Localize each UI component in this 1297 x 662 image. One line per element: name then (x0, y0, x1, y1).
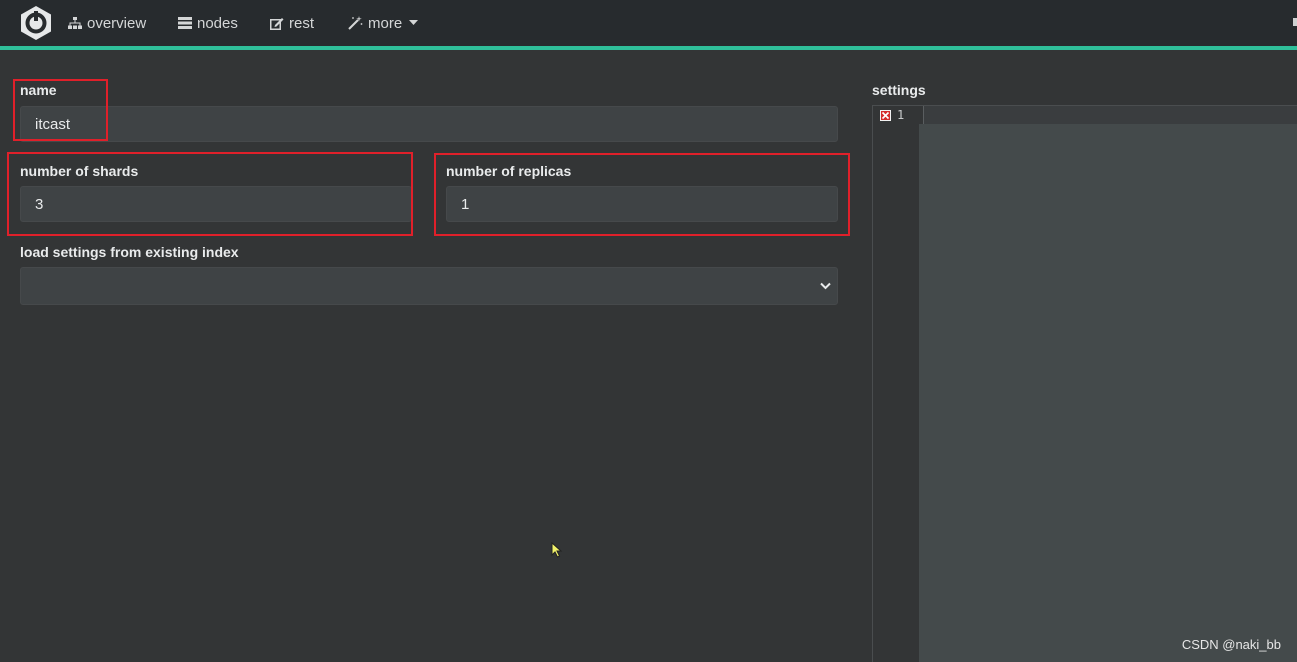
replicas-label: number of replicas (446, 163, 572, 179)
name-label: name (20, 82, 57, 98)
sitemap-icon (68, 17, 82, 29)
settings-label: settings (872, 82, 926, 98)
nav-rest-label: rest (289, 14, 315, 32)
chevron-down-icon (820, 282, 831, 290)
editor-gutter: 1 (873, 106, 919, 662)
load-settings-label: load settings from existing index (20, 244, 239, 260)
replicas-input[interactable]: 1 (446, 186, 838, 222)
watermark-text: CSDN @naki_bb (1181, 637, 1281, 652)
nav-overview-label: overview (87, 14, 147, 32)
shards-label: number of shards (20, 163, 139, 179)
magic-wand-icon (348, 16, 363, 30)
editor-active-line[interactable] (923, 106, 1297, 124)
mouse-cursor-icon (551, 542, 563, 558)
editor-text-area[interactable] (919, 124, 1297, 662)
nav-edge-fragment (1293, 18, 1297, 26)
server-icon (178, 17, 192, 29)
nav-rest[interactable]: rest (270, 0, 314, 46)
error-icon (880, 110, 891, 121)
nav-overview[interactable]: overview (68, 0, 146, 46)
nav-more-label: more (368, 14, 403, 32)
app-logo-icon[interactable] (18, 5, 54, 41)
nav-more[interactable]: more (348, 0, 423, 46)
load-settings-select[interactable] (20, 267, 838, 305)
shards-input[interactable]: 3 (20, 186, 412, 222)
line-number: 1 (897, 108, 905, 122)
settings-editor[interactable]: 1 (872, 105, 1297, 662)
nav-nodes-label: nodes (197, 14, 238, 32)
name-input[interactable]: itcast (20, 106, 838, 142)
edit-icon (270, 17, 284, 30)
top-navbar: overview nodes rest more (0, 0, 1297, 50)
caret-down-icon (409, 20, 419, 25)
nav-nodes[interactable]: nodes (178, 0, 238, 46)
